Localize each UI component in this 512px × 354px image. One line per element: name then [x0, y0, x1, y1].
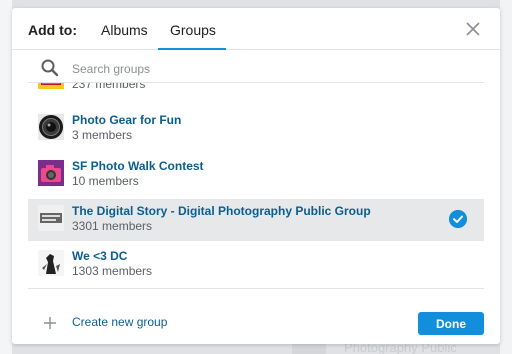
background-left-strip: [0, 0, 12, 354]
group-members-count: 10 members: [72, 174, 139, 188]
camera-lens-thumbnail: [38, 114, 64, 140]
dialog-footer: Create new group Done: [12, 294, 500, 344]
add-to-label: Add to:: [28, 22, 77, 38]
dialog-header: Add to: Albums Groups: [12, 8, 500, 50]
group-row[interactable]: SF Photo Walk Contest 10 members: [28, 154, 484, 196]
search-input[interactable]: [72, 58, 472, 80]
bw-statue-thumbnail: [38, 250, 64, 276]
active-tab-indicator: [158, 48, 226, 50]
create-new-group-link[interactable]: Create new group: [72, 315, 167, 329]
search-bar: [28, 54, 484, 84]
group-row-selected[interactable]: The Digital Story - Digital Photography …: [28, 199, 484, 241]
group-row[interactable]: We <3 DC 1303 members: [28, 244, 484, 286]
close-icon[interactable]: [466, 22, 480, 36]
group-members-count: 237 members: [72, 82, 146, 91]
group-members-count: 3 members: [72, 128, 133, 142]
search-icon: [41, 59, 59, 77]
add-to-dialog: Add to: Albums Groups 237 members: [12, 8, 500, 344]
background-thumbnail: [292, 344, 326, 354]
tab-albums[interactable]: Albums: [101, 22, 148, 38]
group-name: SF Photo Walk Contest: [72, 159, 204, 173]
plus-icon[interactable]: [44, 317, 56, 329]
digital-story-logo-thumbnail: [38, 205, 64, 231]
groups-list[interactable]: 237 members Photo Gear for Fun 3 members: [28, 82, 484, 289]
group-name: The Digital Story - Digital Photography …: [72, 204, 371, 218]
camera-purple-thumbnail: [38, 160, 64, 186]
tab-groups[interactable]: Groups: [170, 22, 216, 38]
background-right-strip: [500, 0, 512, 354]
group-name: Photo Gear for Fun: [72, 113, 182, 127]
group-row[interactable]: 237 members: [28, 82, 484, 99]
group-members-count: 3301 members: [72, 219, 153, 233]
kodak-logo-thumbnail: [38, 83, 64, 89]
checkmark-icon[interactable]: [449, 210, 467, 228]
group-members-count: 1303 members: [72, 264, 153, 278]
done-button[interactable]: Done: [418, 312, 484, 335]
group-row[interactable]: Photo Gear for Fun 3 members: [28, 108, 484, 150]
group-name: We <3 DC: [72, 249, 128, 263]
